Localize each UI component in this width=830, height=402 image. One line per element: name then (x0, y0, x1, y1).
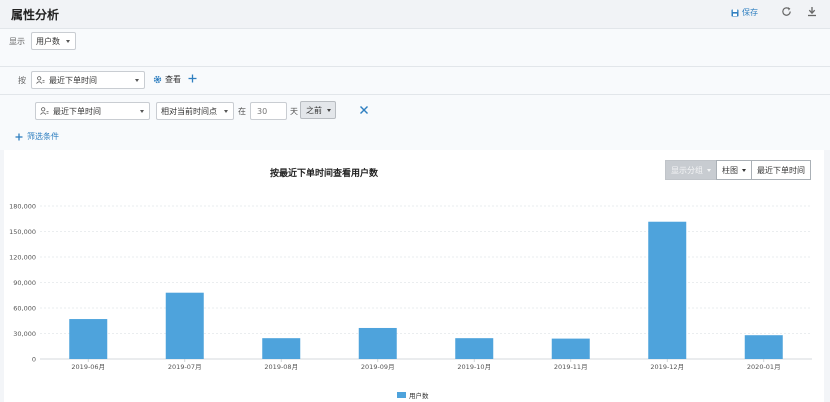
bar-2019-06月[interactable] (69, 319, 108, 359)
x-tick-label: 2020-01月 (747, 363, 781, 371)
bar-2019-09月[interactable] (358, 327, 397, 359)
bar-chart: 0 30,000 60,000 90,000 120,000 150,000 180,000… (9, 202, 812, 371)
y-tick-label: 150,000 (9, 228, 36, 236)
x-tick-label: 2019-10月 (457, 363, 491, 371)
bar-2019-07月[interactable] (165, 292, 204, 359)
x-tick-label: 2019-08月 (264, 363, 298, 371)
y-tick-label: 120,000 (9, 253, 36, 261)
x-tick-label: 2019-11月 (554, 363, 588, 371)
x-tick-label: 2019-07月 (168, 363, 202, 371)
x-tick-label: 2019-06月 (71, 363, 105, 371)
legend-label: 用户数 (409, 392, 429, 400)
y-tick-label: 90,000 (13, 279, 36, 287)
bar-2019-11月[interactable] (551, 338, 590, 359)
y-tick-label: 180,000 (9, 202, 36, 210)
chart-legend[interactable]: 用户数 (397, 390, 429, 400)
app-window: 属性分析 保存 显示 用户数 按 最近下单时间 查看 最近下单时间 相对当前时间… (0, 0, 830, 402)
bar-2019-08月[interactable] (262, 338, 301, 359)
bar-2019-12月[interactable] (648, 221, 687, 359)
y-tick-label: 60,000 (13, 304, 36, 312)
legend-swatch (397, 392, 406, 398)
y-tick-label: 0 (32, 355, 36, 363)
x-tick-label: 2019-12月 (650, 363, 684, 371)
x-tick-label: 2019-09月 (361, 363, 395, 371)
bar-2019-10月[interactable] (455, 338, 494, 359)
y-tick-label: 30,000 (13, 330, 36, 338)
bar-2020-01月[interactable] (744, 335, 783, 359)
